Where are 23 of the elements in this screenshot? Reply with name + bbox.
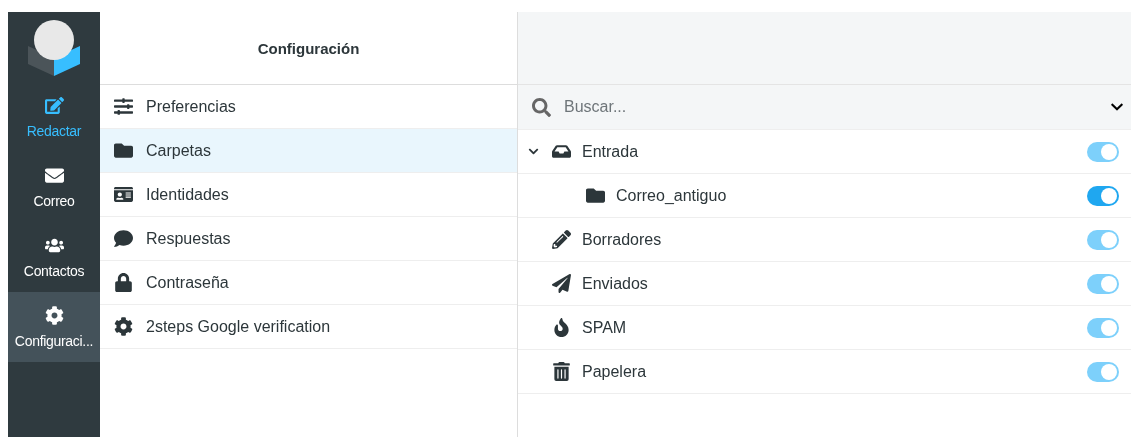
lock-icon <box>112 273 134 292</box>
gear-icon <box>44 305 64 325</box>
search-bar[interactable]: Buscar... <box>518 85 1131 130</box>
nav-item[interactable]: Configuraci... <box>8 292 100 362</box>
folder-icon <box>584 186 606 205</box>
envelope-icon <box>44 165 64 185</box>
sliders-icon <box>112 97 134 116</box>
edit-icon <box>44 95 64 115</box>
nav-item[interactable]: Correo <box>8 152 100 222</box>
id-card-icon <box>112 185 134 204</box>
settings-item[interactable]: Carpetas <box>100 129 517 173</box>
search-icon <box>530 97 552 117</box>
inbox-icon <box>550 142 572 161</box>
panel-title: Configuración <box>257 39 360 57</box>
trash-icon <box>550 362 572 381</box>
pencil-icon <box>550 230 572 249</box>
search-field[interactable]: Buscar... <box>562 97 1101 117</box>
nav-item[interactable]: Redactar <box>8 82 100 152</box>
folder-icon <box>112 141 134 160</box>
gear-icon <box>112 317 134 336</box>
paper-plane-icon <box>550 274 572 293</box>
speech-bubble-icon <box>112 229 134 248</box>
nav-item[interactable]: Contactos <box>8 222 100 292</box>
